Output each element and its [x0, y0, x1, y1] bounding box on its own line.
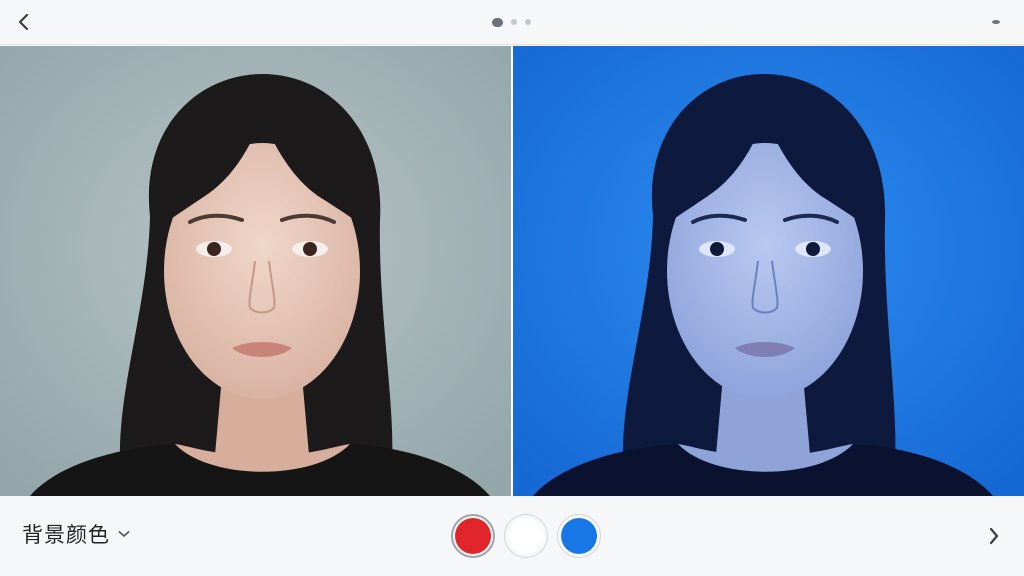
swatch-white-fill [508, 518, 544, 554]
back-button[interactable] [10, 8, 38, 36]
bottom-toolbar: 背景颜色 [0, 496, 1024, 576]
swatch-red[interactable] [451, 514, 495, 558]
page-dot-2[interactable] [511, 19, 517, 25]
preview-photo-panel [513, 46, 1024, 496]
swatch-blue-fill [561, 518, 597, 554]
chevron-down-icon [118, 531, 130, 537]
more-button[interactable] [988, 14, 1004, 30]
preview-portrait [513, 46, 1024, 496]
chevron-left-icon [18, 13, 29, 31]
chevron-right-icon [989, 527, 999, 545]
page-dot-3[interactable] [525, 19, 531, 25]
panel-divider [511, 46, 513, 496]
swatch-white[interactable] [504, 514, 548, 558]
next-button[interactable] [980, 522, 1008, 550]
swatch-red-fill [455, 518, 491, 554]
top-bar [0, 0, 1024, 45]
background-color-dropdown[interactable]: 背景颜色 [22, 520, 130, 548]
swatch-blue[interactable] [557, 514, 601, 558]
original-photo-panel [0, 46, 511, 496]
more-icon [992, 20, 1000, 24]
background-color-label: 背景颜色 [22, 523, 110, 547]
page-dot-1[interactable] [492, 17, 503, 27]
color-swatches [451, 514, 601, 558]
page-indicator [492, 17, 531, 27]
original-portrait [0, 46, 511, 496]
photo-background-editor: 背景颜色 [0, 0, 1024, 576]
